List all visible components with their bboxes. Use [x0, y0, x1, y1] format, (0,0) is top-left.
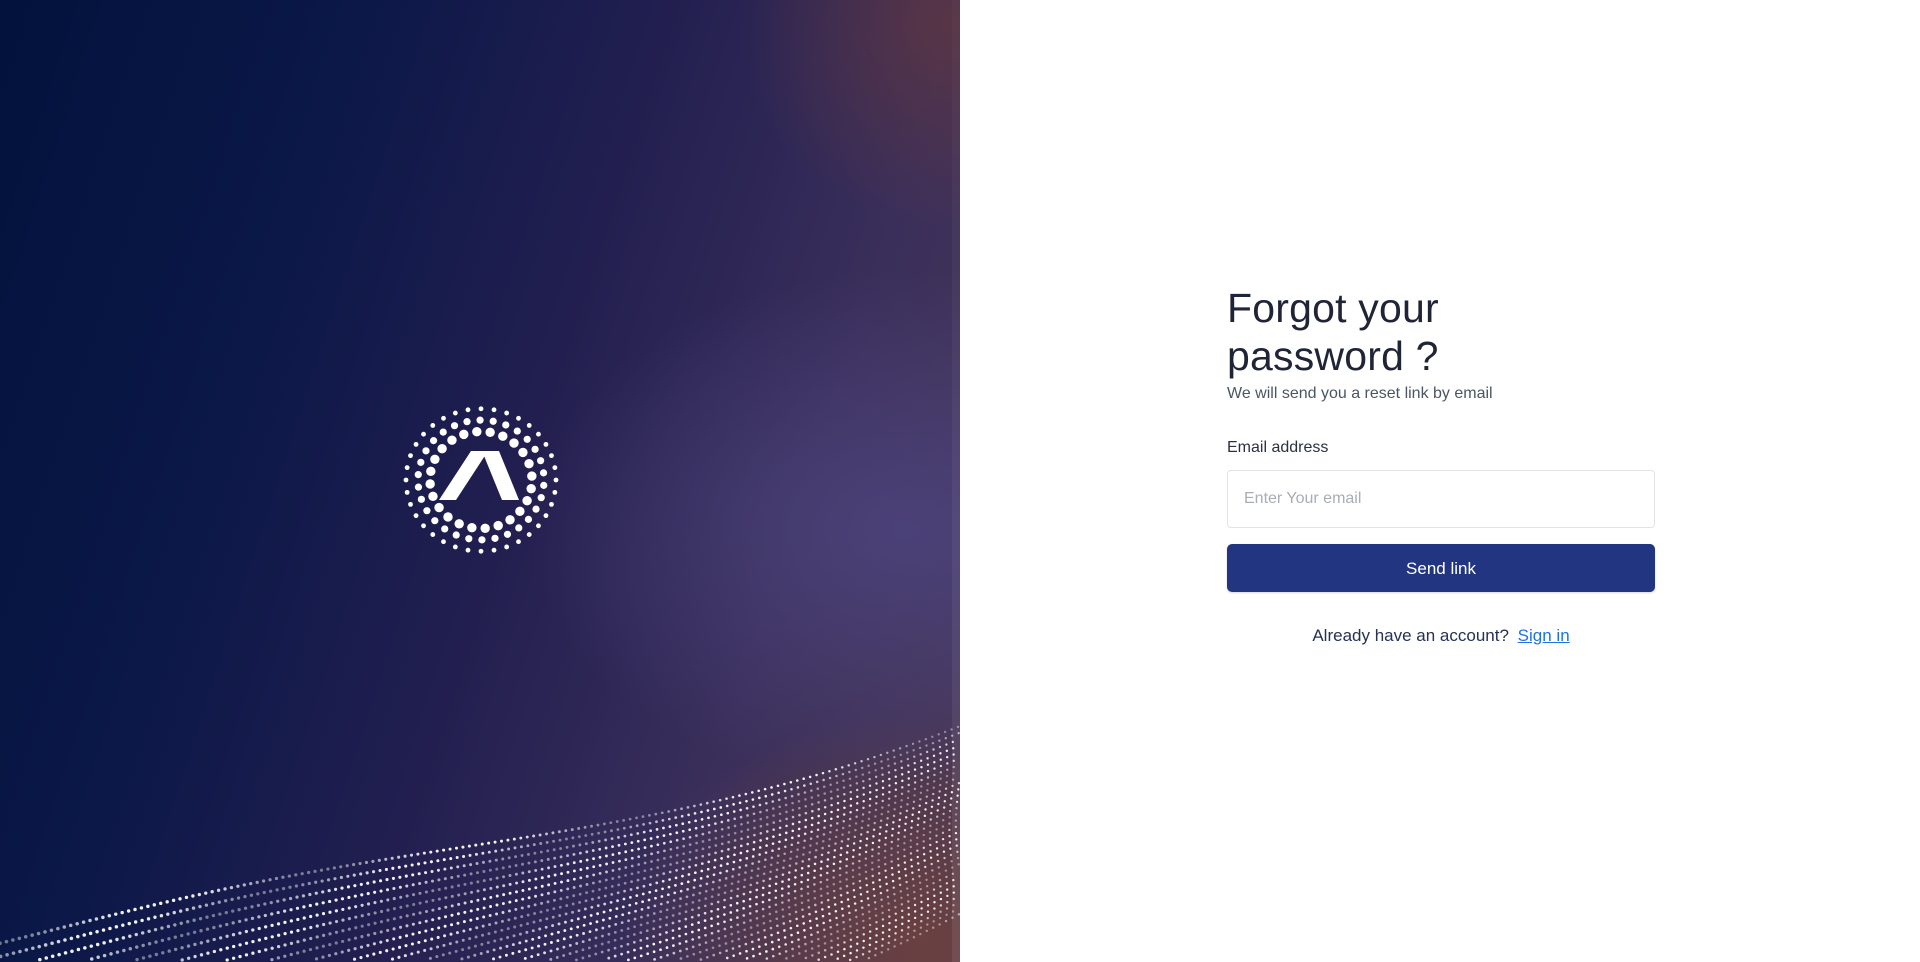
page-title-line-2: password ?	[1227, 333, 1439, 379]
reset-link-description: We will send you a reset link by email	[1227, 385, 1493, 402]
page-title-line-1: Forgot your	[1227, 285, 1439, 331]
brand-visual-panel	[0, 0, 960, 962]
forgot-password-page: Forgot your password ? We will send you …	[0, 0, 1920, 962]
email-input[interactable]	[1227, 470, 1655, 528]
signin-prompt-row: Already have an account? Sign in	[1227, 624, 1655, 648]
dotted-circle-chevron-logo-icon	[403, 406, 559, 554]
password-reset-form-panel: Forgot your password ? We will send you …	[960, 0, 1920, 962]
send-link-button[interactable]: Send link	[1227, 544, 1655, 592]
email-address-label: Email address	[1227, 439, 1329, 456]
signin-link[interactable]: Sign in	[1518, 626, 1570, 645]
signin-prompt-text: Already have an account?	[1312, 626, 1509, 645]
page-title: Forgot your password ?	[1227, 284, 1655, 380]
password-reset-card: Forgot your password ? We will send you …	[1227, 284, 1655, 648]
